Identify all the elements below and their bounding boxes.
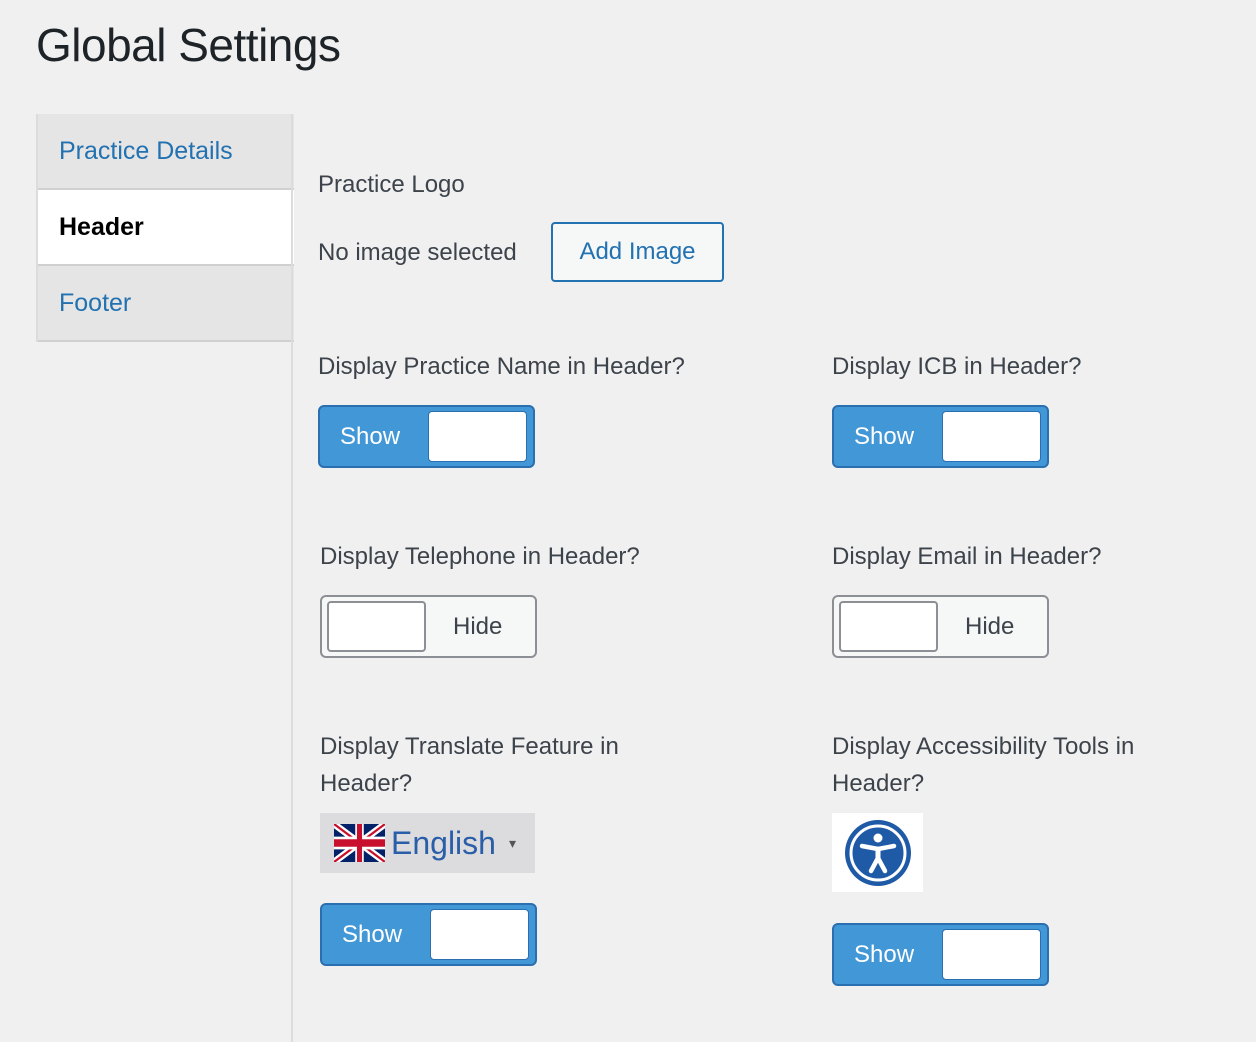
tab-practice-details[interactable]: Practice Details xyxy=(38,114,294,190)
toggle-knob xyxy=(942,411,1041,462)
accessibility-label: Display Accessibility Tools in Header? xyxy=(832,728,1134,802)
icb-label: Display ICB in Header? xyxy=(832,353,1082,380)
settings-tabs: Practice Details Header Footer xyxy=(36,114,294,342)
accessibility-icon-box xyxy=(832,813,923,892)
tab-footer[interactable]: Footer xyxy=(38,266,294,342)
toggle-knob xyxy=(839,601,938,652)
page-title: Global Settings xyxy=(36,19,341,71)
toggle-state-text: Show xyxy=(340,422,401,450)
translate-toggle[interactable]: Show xyxy=(320,903,537,966)
translate-label: Display Translate Feature in Header? xyxy=(320,728,619,802)
practice-name-toggle[interactable]: Show xyxy=(318,405,535,468)
practice-name-label: Display Practice Name in Header? xyxy=(318,353,685,380)
practice-logo-heading: Practice Logo xyxy=(318,171,465,198)
toggle-knob xyxy=(428,411,527,462)
toggle-state-text: Show xyxy=(854,422,915,450)
icb-toggle[interactable]: Show xyxy=(832,405,1049,468)
chevron-down-icon: ▾ xyxy=(508,834,516,851)
language-selector[interactable]: English ▾ xyxy=(320,813,535,873)
add-image-button[interactable]: Add Image xyxy=(551,222,724,282)
accessibility-label-line2: Header? xyxy=(832,770,925,797)
accessibility-toggle[interactable]: Show xyxy=(832,923,1049,986)
uk-flag-icon xyxy=(334,824,385,862)
tab-header[interactable]: Header xyxy=(38,190,294,266)
toggle-knob xyxy=(430,909,529,960)
no-image-status: No image selected xyxy=(318,239,517,266)
accessibility-icon xyxy=(844,819,911,886)
telephone-label: Display Telephone in Header? xyxy=(320,543,640,570)
email-toggle[interactable]: Hide xyxy=(832,595,1049,658)
toggle-state-text: Hide xyxy=(453,612,503,640)
accessibility-label-line1: Display Accessibility Tools in xyxy=(832,733,1135,760)
language-value: English xyxy=(391,824,496,861)
toggle-state-text: Show xyxy=(854,940,915,968)
toggle-knob xyxy=(942,929,1041,980)
email-label: Display Email in Header? xyxy=(832,543,1102,570)
toggle-state-text: Show xyxy=(342,920,403,948)
toggle-state-text: Hide xyxy=(965,612,1015,640)
translate-label-line1: Display Translate Feature in xyxy=(320,733,619,760)
translate-label-line2: Header? xyxy=(320,770,413,797)
toggle-knob xyxy=(327,601,426,652)
sidebar-divider xyxy=(291,114,293,1042)
telephone-toggle[interactable]: Hide xyxy=(320,595,537,658)
